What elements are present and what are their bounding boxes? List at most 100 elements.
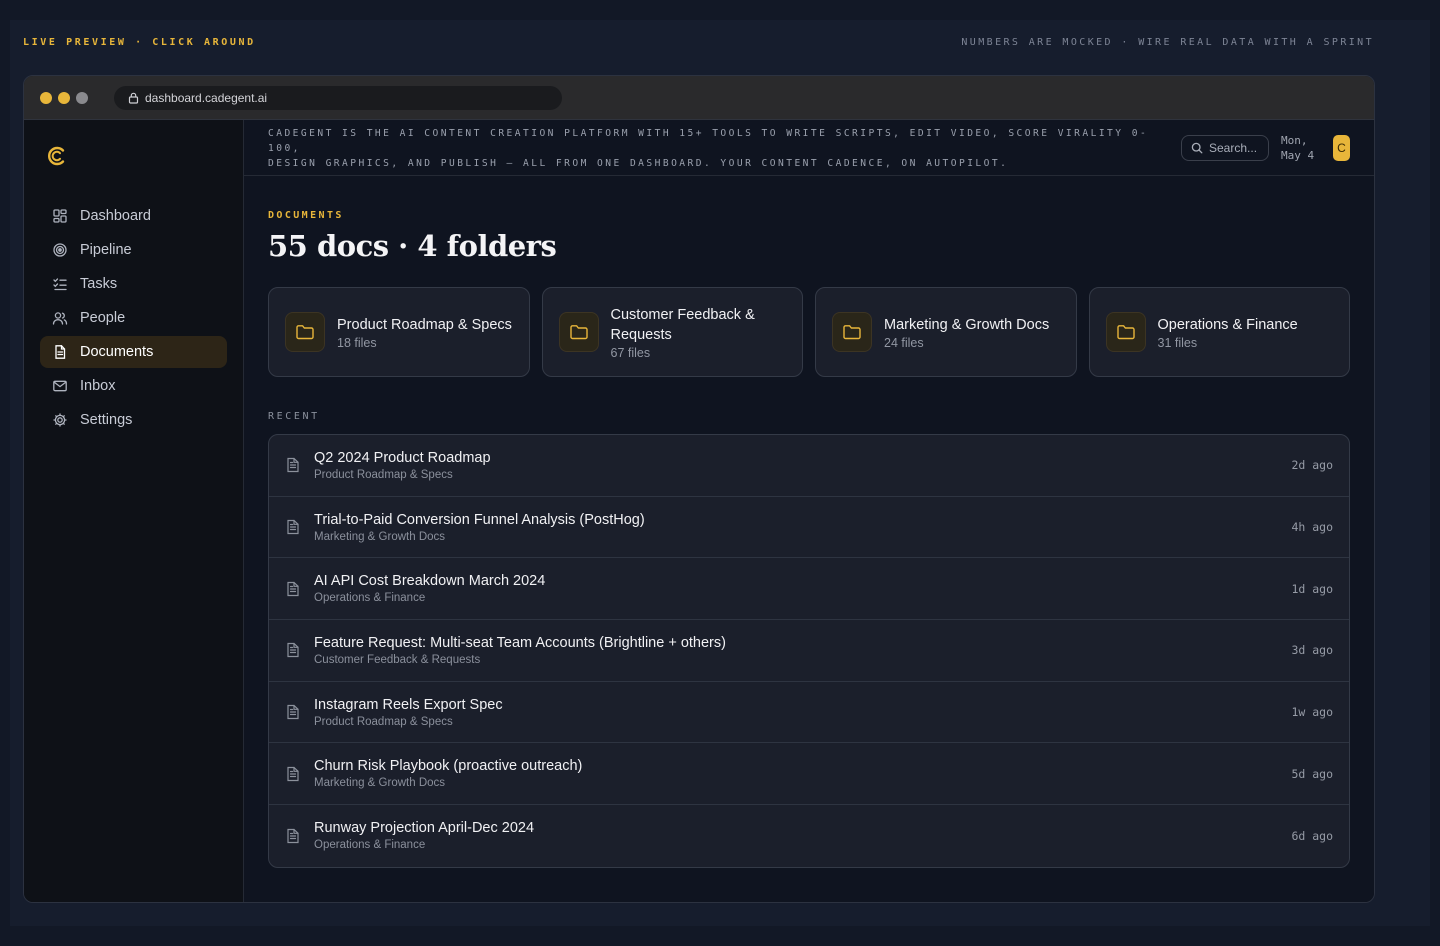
date-line-2: May 4 bbox=[1281, 148, 1315, 162]
folder-icon bbox=[285, 312, 325, 352]
target-icon bbox=[53, 243, 67, 257]
list-item[interactable]: Trial-to-Paid Conversion Funnel Analysis… bbox=[269, 497, 1349, 559]
avatar[interactable]: C bbox=[1333, 134, 1350, 161]
document-updated-time: 3d ago bbox=[1291, 643, 1333, 658]
document-title: Q2 2024 Product Roadmap bbox=[314, 449, 491, 466]
sidebar-item-label: Tasks bbox=[80, 276, 118, 292]
sidebar-item-settings[interactable]: Settings bbox=[40, 404, 227, 436]
browser-titlebar: dashboard.cadegent.ai bbox=[24, 76, 1374, 120]
document-icon bbox=[287, 458, 299, 473]
search-placeholder: Search... bbox=[1209, 140, 1258, 155]
document-icon bbox=[287, 766, 299, 781]
lock-icon bbox=[128, 92, 139, 104]
sidebar-item-label: People bbox=[80, 310, 126, 326]
folder-name: Operations & Finance bbox=[1157, 316, 1298, 333]
list-item[interactable]: Feature Request: Multi-seat Team Account… bbox=[269, 620, 1349, 682]
tagline-line-1: CADEGENT IS THE AI CONTENT CREATION PLAT… bbox=[268, 128, 1149, 154]
sidebar-item-tasks[interactable]: Tasks bbox=[40, 268, 227, 300]
folder-file-count: 31 files bbox=[1157, 335, 1198, 350]
recent-documents-list: Q2 2024 Product Roadmap Product Roadmap … bbox=[268, 434, 1350, 868]
documents-content: DOCUMENTS 55 docs · 4 folders Product Ro… bbox=[244, 176, 1374, 868]
mail-icon bbox=[53, 380, 67, 392]
folder-name: Customer Feedback & Requests bbox=[610, 306, 755, 343]
sidebar-item-label: Pipeline bbox=[80, 242, 132, 258]
document-title: Trial-to-Paid Conversion Funnel Analysis… bbox=[314, 511, 645, 528]
document-folder: Operations & Finance bbox=[314, 839, 426, 852]
app-shell: Dashboard Pipeline Tasks People Document… bbox=[24, 120, 1374, 902]
current-date: Mon, May 4 bbox=[1281, 133, 1321, 163]
sidebar-item-label: Documents bbox=[80, 344, 154, 360]
document-title: Feature Request: Multi-seat Team Account… bbox=[314, 634, 726, 651]
document-title: AI API Cost Breakdown March 2024 bbox=[314, 573, 546, 590]
folder-card[interactable]: Product Roadmap & Specs 18 files bbox=[268, 287, 530, 377]
document-folder: Marketing & Growth Docs bbox=[314, 530, 446, 543]
product-tagline: CADEGENT IS THE AI CONTENT CREATION PLAT… bbox=[268, 124, 1177, 171]
document-folder: Product Roadmap & Specs bbox=[314, 715, 453, 728]
list-item[interactable]: Instagram Reels Export Spec Product Road… bbox=[269, 682, 1349, 744]
list-item[interactable]: AI API Cost Breakdown March 2024 Operati… bbox=[269, 558, 1349, 621]
date-line-1: Mon, bbox=[1281, 133, 1308, 147]
address-bar[interactable]: dashboard.cadegent.ai bbox=[114, 85, 562, 110]
document-updated-time: 1d ago bbox=[1291, 581, 1333, 596]
document-title: Instagram Reels Export Spec bbox=[314, 696, 503, 713]
list-item[interactable]: Runway Projection April-Dec 2024 Operati… bbox=[269, 805, 1349, 867]
window-minimize-dot[interactable] bbox=[58, 91, 70, 104]
document-updated-time: 5d ago bbox=[1291, 766, 1333, 781]
document-title: Runway Projection April-Dec 2024 bbox=[314, 820, 535, 837]
document-title: Churn Risk Playbook (proactive outreach) bbox=[314, 758, 583, 775]
url-text: dashboard.cadegent.ai bbox=[145, 90, 268, 105]
sidebar-item-dashboard[interactable]: Dashboard bbox=[40, 200, 227, 232]
document-icon bbox=[287, 704, 299, 720]
folder-name: Marketing & Growth Docs bbox=[884, 316, 1050, 333]
list-item[interactable]: Churn Risk Playbook (proactive outreach)… bbox=[269, 743, 1349, 806]
folder-icon bbox=[1105, 312, 1146, 352]
document-folder: Customer Feedback & Requests bbox=[314, 653, 481, 666]
tagline-line-2: DESIGN GRAPHICS, AND PUBLISH — ALL FROM … bbox=[268, 158, 1009, 169]
search-icon bbox=[1191, 142, 1203, 153]
document-icon bbox=[287, 828, 299, 844]
folder-card[interactable]: Operations & Finance 31 files bbox=[1088, 287, 1350, 377]
folder-file-count: 18 files bbox=[337, 335, 377, 350]
section-eyebrow: DOCUMENTS bbox=[268, 210, 344, 221]
main-panel: CADEGENT IS THE AI CONTENT CREATION PLAT… bbox=[244, 120, 1374, 902]
list-item[interactable]: Q2 2024 Product Roadmap Product Roadmap … bbox=[269, 435, 1349, 497]
folder-card[interactable]: Marketing & Growth Docs 24 files bbox=[815, 287, 1077, 377]
grid-icon bbox=[53, 209, 67, 223]
document-folder: Marketing & Growth Docs bbox=[314, 777, 446, 790]
top-bar: CADEGENT IS THE AI CONTENT CREATION PLAT… bbox=[244, 120, 1374, 176]
sidebar-item-label: Settings bbox=[80, 412, 133, 428]
document-updated-time: 4h ago bbox=[1291, 520, 1333, 535]
document-updated-time: 2d ago bbox=[1291, 458, 1333, 473]
folder-card[interactable]: Customer Feedback & Requests 67 files bbox=[541, 287, 803, 377]
folder-icon bbox=[832, 312, 872, 352]
browser-window: dashboard.cadegent.ai Dashboard Pipeline… bbox=[23, 75, 1375, 903]
live-preview-note: LIVE PREVIEW · CLICK AROUND bbox=[23, 37, 256, 48]
gear-icon bbox=[53, 413, 67, 427]
window-zoom-dot[interactable] bbox=[76, 91, 88, 104]
document-updated-time: 6d ago bbox=[1291, 828, 1333, 843]
document-folder: Operations & Finance bbox=[314, 592, 426, 605]
page-title: 55 docs · 4 folders bbox=[268, 229, 557, 263]
sidebar-item-label: Dashboard bbox=[80, 208, 151, 224]
folder-name: Product Roadmap & Specs bbox=[337, 316, 512, 333]
mocked-data-note: NUMBERS ARE MOCKED · WIRE REAL DATA WITH… bbox=[961, 37, 1374, 48]
document-icon bbox=[287, 519, 299, 535]
document-folder: Product Roadmap & Specs bbox=[314, 468, 453, 481]
document-icon bbox=[287, 643, 299, 658]
sidebar-item-label: Inbox bbox=[80, 378, 116, 394]
search-input[interactable]: Search... bbox=[1181, 134, 1269, 161]
cadegent-c-logo-icon[interactable] bbox=[46, 144, 227, 168]
sidebar-item-inbox[interactable]: Inbox bbox=[40, 370, 227, 402]
sidebar-item-pipeline[interactable]: Pipeline bbox=[40, 234, 227, 266]
sidebar-item-people[interactable]: People bbox=[40, 302, 227, 334]
folder-file-count: 67 files bbox=[610, 345, 651, 360]
folder-file-count: 24 files bbox=[884, 335, 924, 350]
folder-icon bbox=[558, 312, 599, 352]
checklist-icon bbox=[53, 278, 67, 291]
window-close-dot[interactable] bbox=[40, 91, 52, 104]
recent-section-label: RECENT bbox=[268, 411, 320, 422]
folder-grid: Product Roadmap & Specs 18 files Custome… bbox=[268, 287, 1350, 377]
sidebar: Dashboard Pipeline Tasks People Document… bbox=[24, 120, 244, 902]
document-icon bbox=[287, 581, 299, 596]
sidebar-item-documents[interactable]: Documents bbox=[40, 336, 227, 368]
